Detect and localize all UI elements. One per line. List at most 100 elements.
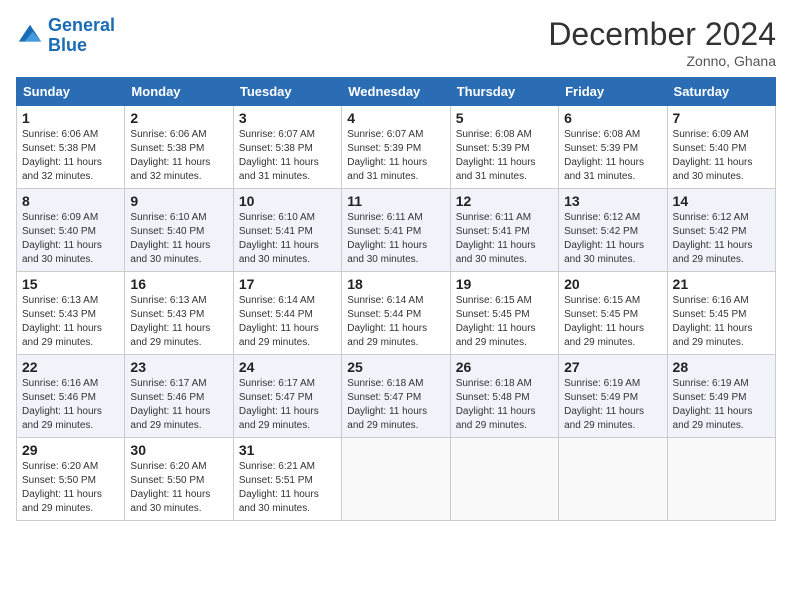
calendar-cell: [559, 438, 667, 521]
day-detail: Sunrise: 6:14 AMSunset: 5:44 PMDaylight:…: [239, 295, 319, 348]
logo-text: General Blue: [48, 16, 115, 56]
logo-icon: [16, 22, 44, 50]
day-number: 15: [22, 276, 119, 292]
header-sunday: Sunday: [17, 78, 125, 106]
calendar-cell: 18 Sunrise: 6:14 AMSunset: 5:44 PMDaylig…: [342, 272, 450, 355]
calendar-cell: 17 Sunrise: 6:14 AMSunset: 5:44 PMDaylig…: [233, 272, 341, 355]
day-detail: Sunrise: 6:08 AMSunset: 5:39 PMDaylight:…: [456, 129, 536, 182]
day-detail: Sunrise: 6:10 AMSunset: 5:40 PMDaylight:…: [130, 212, 210, 265]
day-number: 22: [22, 359, 119, 375]
day-detail: Sunrise: 6:17 AMSunset: 5:46 PMDaylight:…: [130, 378, 210, 431]
calendar-cell: 10 Sunrise: 6:10 AMSunset: 5:41 PMDaylig…: [233, 189, 341, 272]
day-detail: Sunrise: 6:07 AMSunset: 5:38 PMDaylight:…: [239, 129, 319, 182]
day-detail: Sunrise: 6:09 AMSunset: 5:40 PMDaylight:…: [673, 129, 753, 182]
day-detail: Sunrise: 6:12 AMSunset: 5:42 PMDaylight:…: [564, 212, 644, 265]
header-thursday: Thursday: [450, 78, 558, 106]
day-number: 8: [22, 193, 119, 209]
day-number: 7: [673, 110, 770, 126]
page-header: General Blue December 2024 Zonno, Ghana: [16, 16, 776, 69]
calendar-cell: 11 Sunrise: 6:11 AMSunset: 5:41 PMDaylig…: [342, 189, 450, 272]
header-saturday: Saturday: [667, 78, 775, 106]
title-block: December 2024 Zonno, Ghana: [548, 16, 776, 69]
day-number: 31: [239, 442, 336, 458]
calendar-cell: 28 Sunrise: 6:19 AMSunset: 5:49 PMDaylig…: [667, 355, 775, 438]
calendar-week-row: 15 Sunrise: 6:13 AMSunset: 5:43 PMDaylig…: [17, 272, 776, 355]
day-detail: Sunrise: 6:19 AMSunset: 5:49 PMDaylight:…: [673, 378, 753, 431]
day-detail: Sunrise: 6:11 AMSunset: 5:41 PMDaylight:…: [456, 212, 536, 265]
day-number: 21: [673, 276, 770, 292]
calendar-cell: 15 Sunrise: 6:13 AMSunset: 5:43 PMDaylig…: [17, 272, 125, 355]
calendar-week-row: 8 Sunrise: 6:09 AMSunset: 5:40 PMDayligh…: [17, 189, 776, 272]
day-number: 9: [130, 193, 227, 209]
calendar-cell: 27 Sunrise: 6:19 AMSunset: 5:49 PMDaylig…: [559, 355, 667, 438]
day-number: 14: [673, 193, 770, 209]
day-detail: Sunrise: 6:17 AMSunset: 5:47 PMDaylight:…: [239, 378, 319, 431]
day-number: 27: [564, 359, 661, 375]
header-monday: Monday: [125, 78, 233, 106]
day-number: 6: [564, 110, 661, 126]
calendar-cell: 5 Sunrise: 6:08 AMSunset: 5:39 PMDayligh…: [450, 106, 558, 189]
day-number: 10: [239, 193, 336, 209]
calendar-cell: [342, 438, 450, 521]
calendar-cell: 2 Sunrise: 6:06 AMSunset: 5:38 PMDayligh…: [125, 106, 233, 189]
day-detail: Sunrise: 6:16 AMSunset: 5:45 PMDaylight:…: [673, 295, 753, 348]
day-number: 3: [239, 110, 336, 126]
day-number: 18: [347, 276, 444, 292]
calendar-cell: 12 Sunrise: 6:11 AMSunset: 5:41 PMDaylig…: [450, 189, 558, 272]
day-detail: Sunrise: 6:16 AMSunset: 5:46 PMDaylight:…: [22, 378, 102, 431]
day-number: 16: [130, 276, 227, 292]
calendar-cell: 19 Sunrise: 6:15 AMSunset: 5:45 PMDaylig…: [450, 272, 558, 355]
calendar-cell: 25 Sunrise: 6:18 AMSunset: 5:47 PMDaylig…: [342, 355, 450, 438]
day-number: 25: [347, 359, 444, 375]
header-friday: Friday: [559, 78, 667, 106]
calendar-cell: 21 Sunrise: 6:16 AMSunset: 5:45 PMDaylig…: [667, 272, 775, 355]
day-number: 12: [456, 193, 553, 209]
calendar-cell: [667, 438, 775, 521]
day-number: 23: [130, 359, 227, 375]
calendar-cell: 30 Sunrise: 6:20 AMSunset: 5:50 PMDaylig…: [125, 438, 233, 521]
logo: General Blue: [16, 16, 115, 56]
day-number: 29: [22, 442, 119, 458]
day-number: 20: [564, 276, 661, 292]
calendar-week-row: 22 Sunrise: 6:16 AMSunset: 5:46 PMDaylig…: [17, 355, 776, 438]
calendar-cell: 20 Sunrise: 6:15 AMSunset: 5:45 PMDaylig…: [559, 272, 667, 355]
calendar-cell: 1 Sunrise: 6:06 AMSunset: 5:38 PMDayligh…: [17, 106, 125, 189]
calendar-cell: 16 Sunrise: 6:13 AMSunset: 5:43 PMDaylig…: [125, 272, 233, 355]
logo-general: General: [48, 15, 115, 35]
day-number: 19: [456, 276, 553, 292]
day-detail: Sunrise: 6:06 AMSunset: 5:38 PMDaylight:…: [22, 129, 102, 182]
day-number: 11: [347, 193, 444, 209]
day-detail: Sunrise: 6:18 AMSunset: 5:47 PMDaylight:…: [347, 378, 427, 431]
day-number: 13: [564, 193, 661, 209]
day-detail: Sunrise: 6:06 AMSunset: 5:38 PMDaylight:…: [130, 129, 210, 182]
day-detail: Sunrise: 6:13 AMSunset: 5:43 PMDaylight:…: [130, 295, 210, 348]
day-detail: Sunrise: 6:10 AMSunset: 5:41 PMDaylight:…: [239, 212, 319, 265]
day-detail: Sunrise: 6:13 AMSunset: 5:43 PMDaylight:…: [22, 295, 102, 348]
calendar-cell: 13 Sunrise: 6:12 AMSunset: 5:42 PMDaylig…: [559, 189, 667, 272]
calendar-cell: 7 Sunrise: 6:09 AMSunset: 5:40 PMDayligh…: [667, 106, 775, 189]
calendar-header-row: SundayMondayTuesdayWednesdayThursdayFrid…: [17, 78, 776, 106]
calendar-cell: 24 Sunrise: 6:17 AMSunset: 5:47 PMDaylig…: [233, 355, 341, 438]
calendar-cell: 31 Sunrise: 6:21 AMSunset: 5:51 PMDaylig…: [233, 438, 341, 521]
calendar-week-row: 29 Sunrise: 6:20 AMSunset: 5:50 PMDaylig…: [17, 438, 776, 521]
calendar-cell: 8 Sunrise: 6:09 AMSunset: 5:40 PMDayligh…: [17, 189, 125, 272]
day-number: 4: [347, 110, 444, 126]
calendar-week-row: 1 Sunrise: 6:06 AMSunset: 5:38 PMDayligh…: [17, 106, 776, 189]
calendar-cell: 23 Sunrise: 6:17 AMSunset: 5:46 PMDaylig…: [125, 355, 233, 438]
day-number: 5: [456, 110, 553, 126]
day-detail: Sunrise: 6:15 AMSunset: 5:45 PMDaylight:…: [456, 295, 536, 348]
calendar-table: SundayMondayTuesdayWednesdayThursdayFrid…: [16, 77, 776, 521]
header-tuesday: Tuesday: [233, 78, 341, 106]
day-detail: Sunrise: 6:07 AMSunset: 5:39 PMDaylight:…: [347, 129, 427, 182]
calendar-cell: 22 Sunrise: 6:16 AMSunset: 5:46 PMDaylig…: [17, 355, 125, 438]
day-detail: Sunrise: 6:11 AMSunset: 5:41 PMDaylight:…: [347, 212, 427, 265]
logo-blue: Blue: [48, 35, 87, 55]
day-number: 30: [130, 442, 227, 458]
day-detail: Sunrise: 6:18 AMSunset: 5:48 PMDaylight:…: [456, 378, 536, 431]
day-detail: Sunrise: 6:20 AMSunset: 5:50 PMDaylight:…: [130, 461, 210, 514]
day-number: 1: [22, 110, 119, 126]
calendar-cell: [450, 438, 558, 521]
calendar-cell: 14 Sunrise: 6:12 AMSunset: 5:42 PMDaylig…: [667, 189, 775, 272]
calendar-cell: 26 Sunrise: 6:18 AMSunset: 5:48 PMDaylig…: [450, 355, 558, 438]
day-detail: Sunrise: 6:09 AMSunset: 5:40 PMDaylight:…: [22, 212, 102, 265]
